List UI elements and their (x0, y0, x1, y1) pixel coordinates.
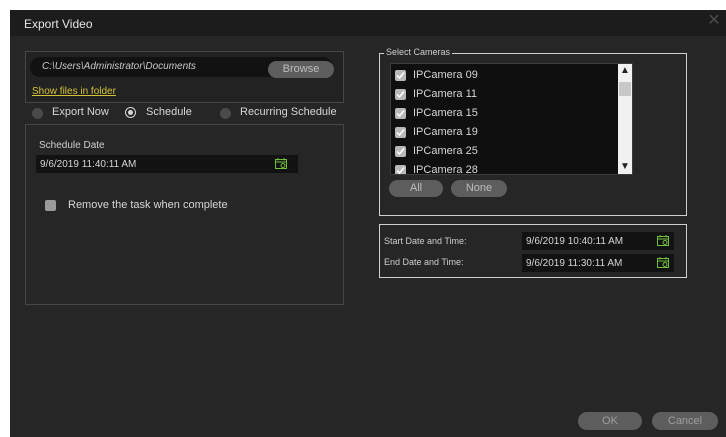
start-datetime-value: 9/6/2019 10:40:11 AM (526, 236, 624, 247)
schedule-date-label: Schedule Date (39, 140, 105, 151)
checkmark-icon (396, 167, 405, 174)
schedule-date-field[interactable]: 9/6/2019 11:40:11 AM (36, 155, 298, 173)
dialog-title: Export Video (24, 17, 93, 31)
select-cameras-group: Select Cameras IPCamera 09 IPCamera 11 I… (379, 47, 687, 216)
ok-button[interactable]: OK (578, 412, 642, 430)
schedule-panel: Schedule Date 9/6/2019 11:40:11 AM Remov… (25, 124, 344, 305)
export-video-dialog: Export Video ✕ C:\Users\Administrator\Do… (10, 10, 726, 437)
schedule-radio[interactable] (125, 107, 136, 118)
start-datetime-label: Start Date and Time: (384, 236, 467, 246)
calendar-icon[interactable] (275, 158, 287, 169)
time-range-panel: Start Date and Time: 9/6/2019 10:40:11 A… (379, 224, 687, 278)
camera-name: IPCamera 25 (413, 145, 478, 157)
camera-name: IPCamera 19 (413, 126, 478, 138)
chevron-up-icon[interactable]: ▲ (618, 64, 632, 78)
end-datetime-field[interactable]: 9/6/2019 11:30:11 AM (522, 254, 674, 272)
export-path-value: C:\Users\Administrator\Documents (42, 61, 196, 72)
browse-button[interactable]: Browse (268, 61, 334, 78)
camera-checkbox[interactable] (395, 108, 406, 119)
camera-list[interactable]: IPCamera 09 IPCamera 11 IPCamera 15 IPCa… (390, 63, 633, 175)
recurring-schedule-label[interactable]: Recurring Schedule (240, 106, 337, 118)
checkmark-icon (396, 72, 405, 80)
camera-checkbox[interactable] (395, 127, 406, 138)
camera-name: IPCamera 28 (413, 164, 478, 175)
select-none-button[interactable]: None (451, 180, 507, 197)
export-now-label[interactable]: Export Now (52, 106, 109, 118)
calendar-icon[interactable] (657, 235, 669, 246)
calendar-icon[interactable] (657, 257, 669, 268)
show-files-link[interactable]: Show files in folder (32, 86, 116, 97)
list-item[interactable]: IPCamera 19 (391, 123, 617, 142)
scrollbar-thumb[interactable] (619, 82, 631, 96)
export-now-radio[interactable] (32, 108, 43, 119)
end-datetime-label: End Date and Time: (384, 257, 464, 267)
remove-task-checkbox[interactable] (45, 200, 56, 211)
cancel-button[interactable]: Cancel (652, 412, 718, 430)
checkmark-icon (396, 110, 405, 118)
camera-checkbox[interactable] (395, 70, 406, 81)
schedule-label[interactable]: Schedule (146, 106, 192, 118)
end-datetime-value: 9/6/2019 11:30:11 AM (526, 258, 623, 269)
camera-checkbox[interactable] (395, 165, 406, 174)
list-item[interactable]: IPCamera 09 (391, 66, 617, 85)
camera-name: IPCamera 11 (413, 88, 477, 100)
title-bar: Export Video ✕ (10, 10, 726, 36)
remove-task-label[interactable]: Remove the task when complete (68, 199, 228, 211)
list-item[interactable]: IPCamera 28 (391, 161, 617, 175)
close-icon[interactable]: ✕ (706, 13, 722, 29)
start-datetime-field[interactable]: 9/6/2019 10:40:11 AM (522, 232, 674, 250)
camera-name: IPCamera 15 (413, 107, 478, 119)
camera-list-scrollbar[interactable]: ▲ ▼ (618, 64, 632, 174)
export-path-panel: C:\Users\Administrator\Documents Browse … (25, 51, 344, 103)
checkmark-icon (396, 148, 405, 156)
checkmark-icon (396, 91, 405, 99)
list-item[interactable]: IPCamera 11 (391, 85, 617, 104)
list-item[interactable]: IPCamera 15 (391, 104, 617, 123)
checkmark-icon (396, 129, 405, 137)
recurring-schedule-radio[interactable] (220, 108, 231, 119)
select-cameras-legend: Select Cameras (384, 47, 453, 57)
list-item[interactable]: IPCamera 25 (391, 142, 617, 161)
camera-name: IPCamera 09 (413, 69, 478, 81)
camera-checkbox[interactable] (395, 89, 406, 100)
select-all-button[interactable]: All (389, 180, 443, 197)
schedule-date-value: 9/6/2019 11:40:11 AM (40, 159, 137, 170)
chevron-down-icon[interactable]: ▼ (618, 160, 632, 174)
camera-checkbox[interactable] (395, 146, 406, 157)
